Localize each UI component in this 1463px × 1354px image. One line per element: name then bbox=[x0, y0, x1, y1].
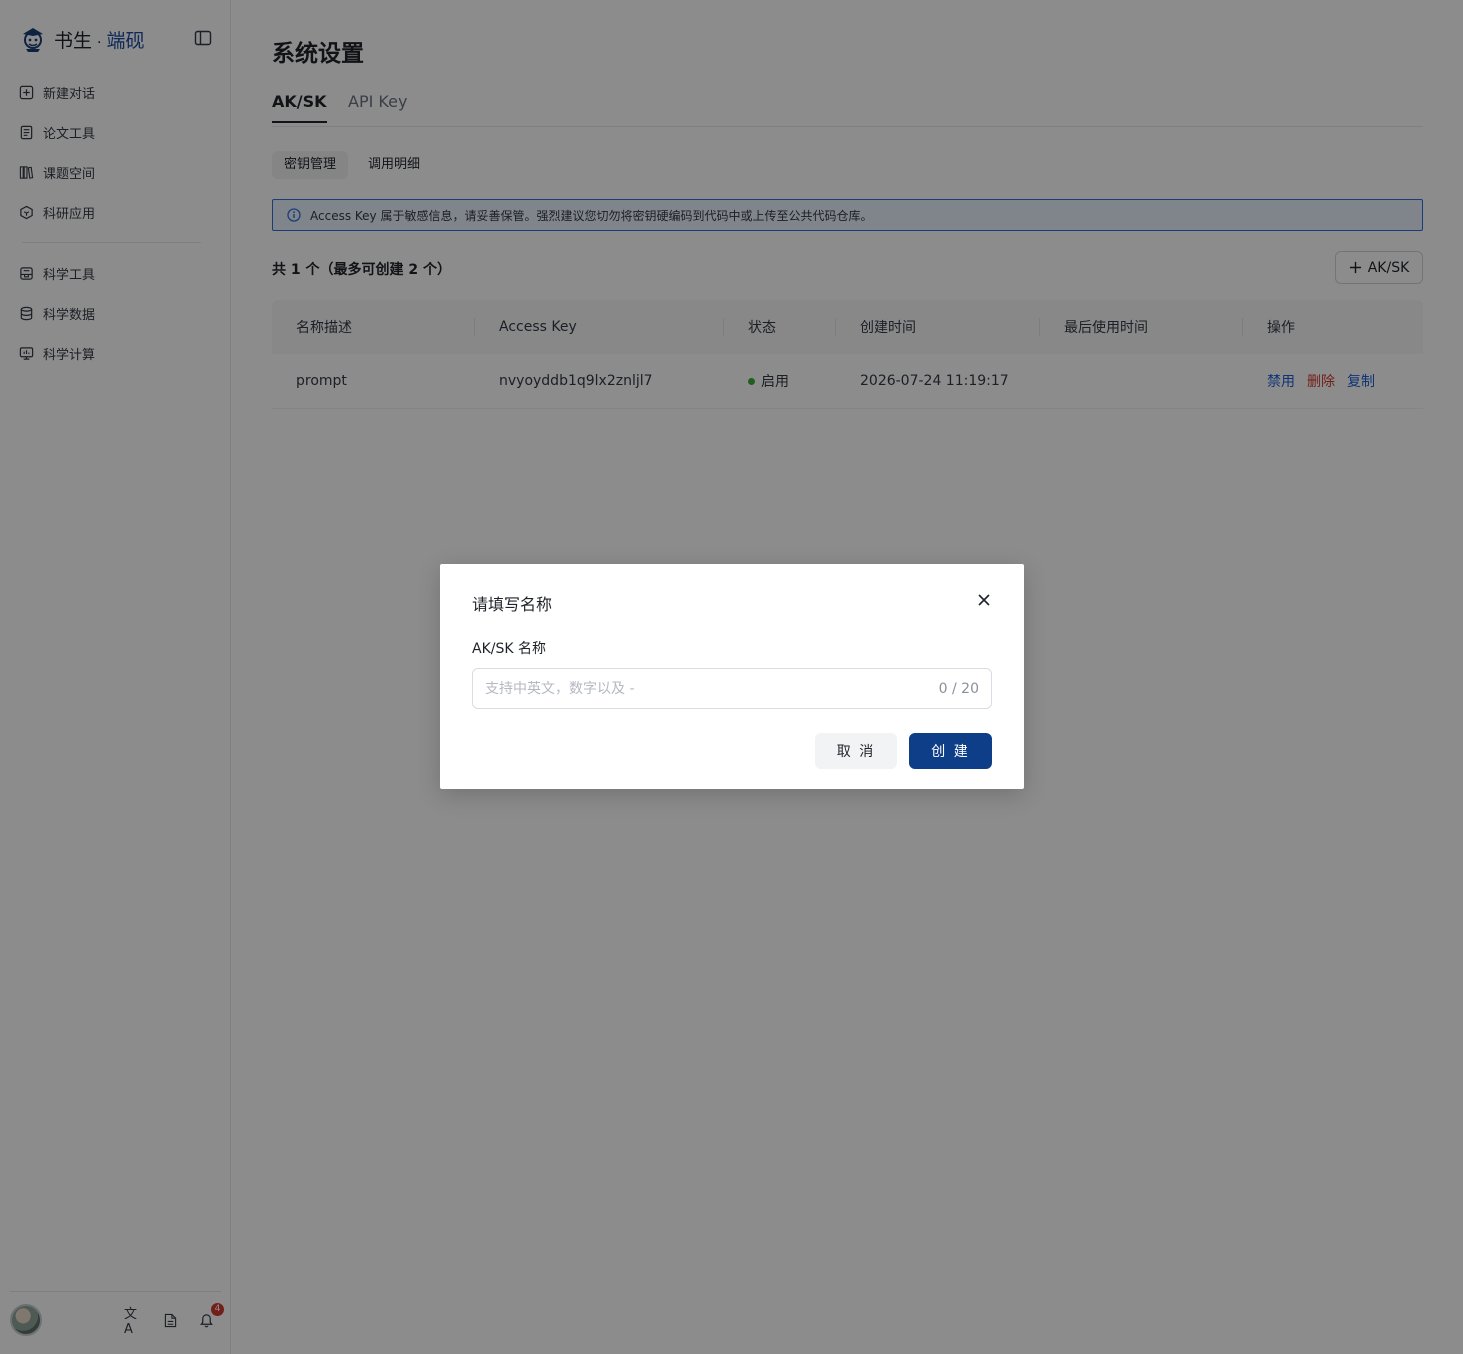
field-label: AK/SK 名称 bbox=[472, 641, 546, 657]
dialog-title: 请填写名称 bbox=[472, 595, 553, 614]
close-icon[interactable] bbox=[975, 591, 993, 609]
cancel-button[interactable]: 取 消 bbox=[815, 733, 897, 769]
name-input[interactable] bbox=[485, 680, 939, 697]
create-button[interactable]: 创 建 bbox=[909, 733, 992, 769]
name-field: 0 / 20 bbox=[472, 668, 992, 709]
create-name-dialog: 请填写名称 AK/SK 名称 0 / 20 取 消 创 建 bbox=[440, 564, 1024, 789]
char-counter: 0 / 20 bbox=[938, 680, 979, 697]
